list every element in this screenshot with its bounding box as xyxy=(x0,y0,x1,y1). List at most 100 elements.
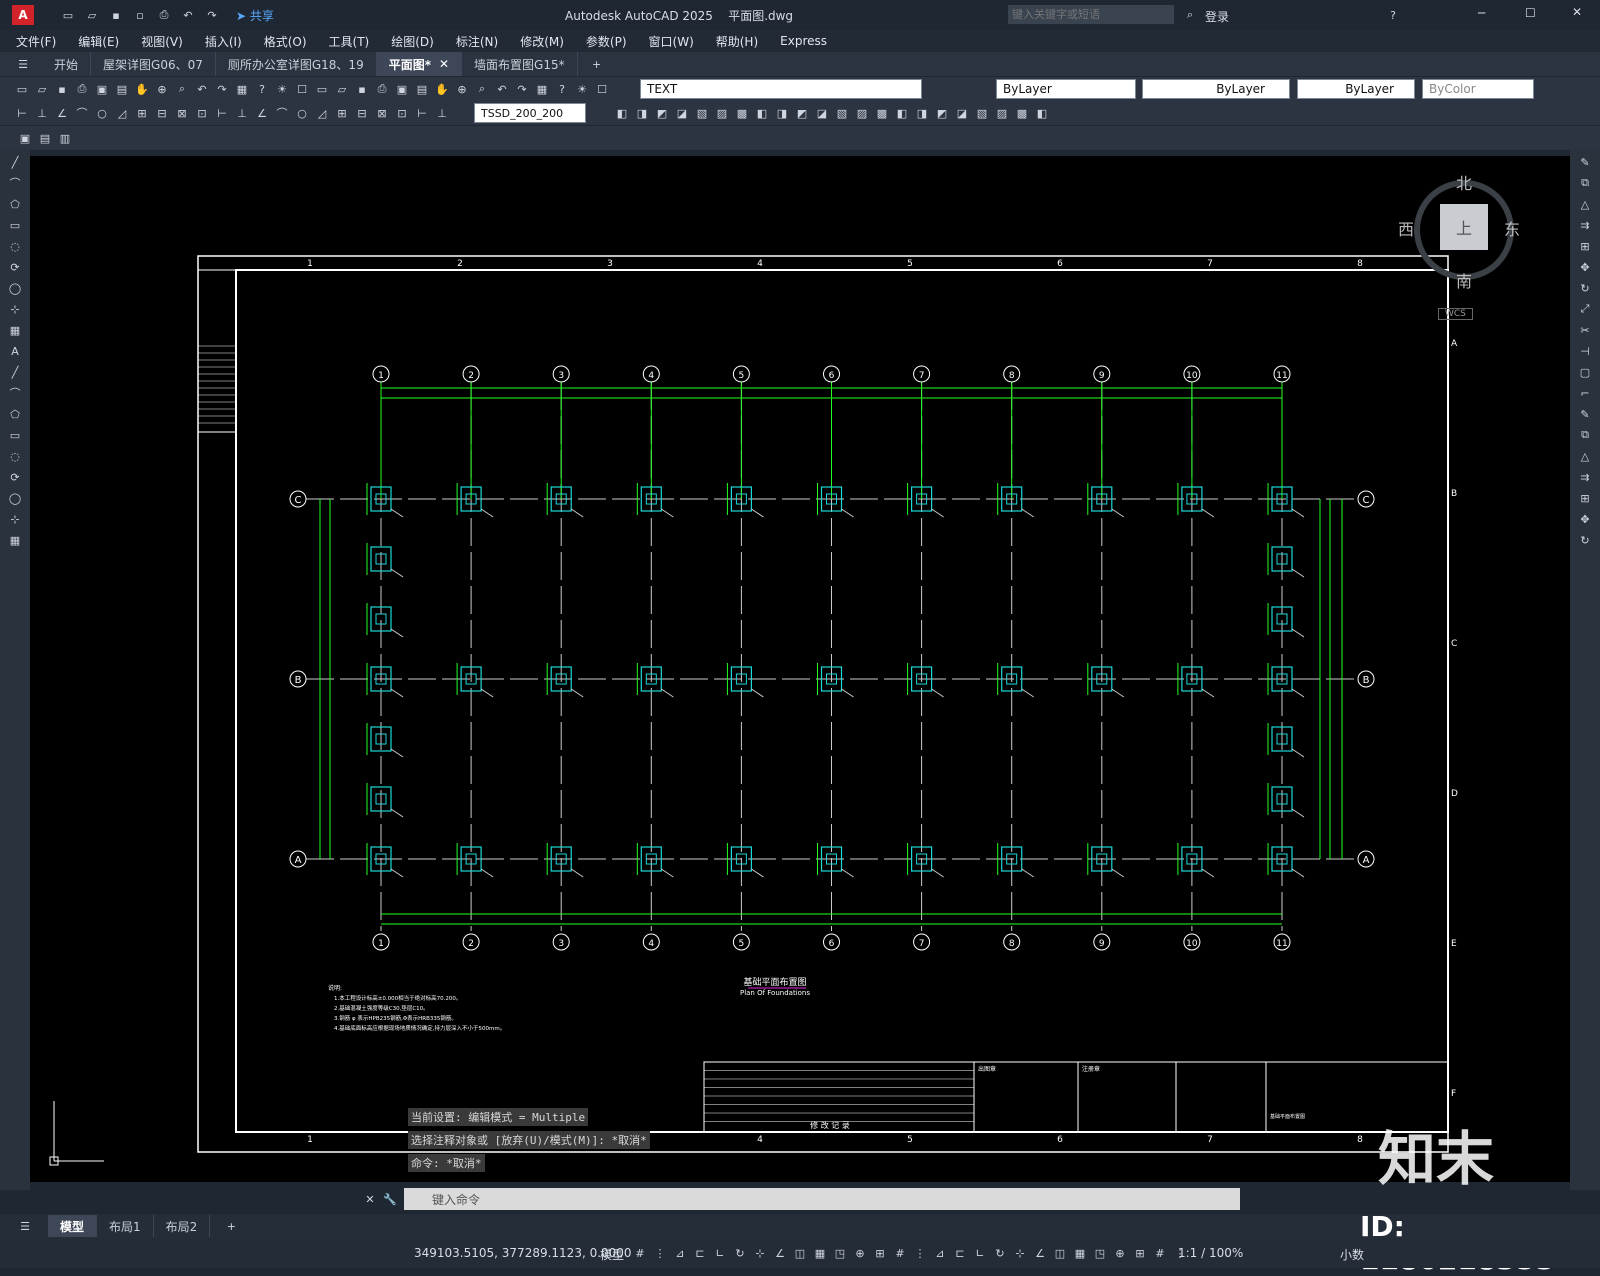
toolbar-tool-icon[interactable]: ✋ xyxy=(133,80,151,98)
draw-tool-icon[interactable]: ⟳ xyxy=(6,468,24,486)
modify-tool-icon[interactable]: ◧ xyxy=(613,104,631,122)
document-tab[interactable]: 厕所办公室详图G18、19 xyxy=(216,52,377,76)
modify-tool-icon[interactable]: ◧ xyxy=(1033,104,1051,122)
draw-tool-icon[interactable]: ⬠ xyxy=(6,195,24,213)
layout-tab[interactable]: 布局2 xyxy=(154,1215,211,1237)
toolbar-tool-icon[interactable]: ☀ xyxy=(273,80,291,98)
toolbar-tool-icon[interactable]: ✋ xyxy=(433,80,451,98)
modify-tool-icon[interactable]: ▧ xyxy=(833,104,851,122)
coordinates-readout[interactable]: 349103.5105, 377289.1123, 0.0000 xyxy=(414,1246,632,1260)
modify-tool-icon[interactable]: ↻ xyxy=(1576,531,1594,549)
new-icon[interactable]: ▭ xyxy=(59,6,77,24)
hamburger-icon[interactable]: ☰ xyxy=(14,55,32,73)
menu-item[interactable]: 修改(M) xyxy=(520,33,564,50)
modify-tool-icon[interactable]: ◨ xyxy=(913,104,931,122)
status-toggle-icon[interactable]: ⊞ xyxy=(871,1244,889,1262)
login-button[interactable]: 登录 xyxy=(1205,8,1229,25)
toolbar-tool-icon[interactable]: ☐ xyxy=(593,80,611,98)
status-toggle-icon[interactable]: ∠ xyxy=(1031,1244,1049,1262)
modify-tool-icon[interactable]: ✂ xyxy=(1576,321,1594,339)
dimstyle-dropdown[interactable]: TSSD_200_200 xyxy=(474,103,586,123)
dimension-tool-icon[interactable]: ⌒ xyxy=(273,104,291,122)
maximize-button[interactable]: ☐ xyxy=(1525,6,1536,20)
dimension-tool-icon[interactable]: ⊡ xyxy=(393,104,411,122)
toolbar-tool-icon[interactable]: ▪ xyxy=(53,80,71,98)
dimension-tool-icon[interactable]: ⊢ xyxy=(413,104,431,122)
modify-tool-icon[interactable]: ▨ xyxy=(713,104,731,122)
dimension-tool-icon[interactable]: ⊠ xyxy=(373,104,391,122)
modify-tool-icon[interactable]: ◧ xyxy=(893,104,911,122)
modify-tool-icon[interactable]: ◩ xyxy=(793,104,811,122)
menu-item[interactable]: 帮助(H) xyxy=(716,33,758,50)
toolbar-tool-icon[interactable]: ▱ xyxy=(333,80,351,98)
toolbar-tool-icon[interactable]: ▪ xyxy=(353,80,371,98)
close-tab-icon[interactable]: ✕ xyxy=(439,57,449,71)
modify-tool-icon[interactable]: ↻ xyxy=(1576,279,1594,297)
modify-tool-icon[interactable]: ⊞ xyxy=(1576,237,1594,255)
status-toggle-icon[interactable]: ⊏ xyxy=(951,1244,969,1262)
status-toggle-icon[interactable]: # xyxy=(1151,1244,1169,1262)
draw-tool-icon[interactable]: ◯ xyxy=(6,279,24,297)
toolbar-tool-icon[interactable]: ☀ xyxy=(573,80,591,98)
draw-tool-icon[interactable]: ▦ xyxy=(6,321,24,339)
command-input[interactable]: 键入命令 xyxy=(404,1188,1240,1210)
modify-tool-icon[interactable]: ⤢ xyxy=(1576,300,1594,318)
units-display[interactable]: 小数 xyxy=(1340,1246,1364,1263)
menu-item[interactable]: 窗口(W) xyxy=(649,33,694,50)
status-toggle-icon[interactable]: ∟ xyxy=(711,1244,729,1262)
toolbar-tool-icon[interactable]: ↶ xyxy=(493,80,511,98)
modify-tool-icon[interactable]: ▧ xyxy=(973,104,991,122)
modify-tool-icon[interactable]: ▩ xyxy=(733,104,751,122)
dimension-tool-icon[interactable]: ○ xyxy=(93,104,111,122)
dimension-tool-icon[interactable]: ⊥ xyxy=(33,104,51,122)
modify-tool-icon[interactable]: ⧉ xyxy=(1576,426,1594,444)
status-toggle-icon[interactable]: ▦ xyxy=(811,1244,829,1262)
text-style-dropdown[interactable]: TEXT xyxy=(640,79,922,99)
drawing-canvas[interactable]: 1122334455667788ABCDEF CCBBAA11223344556… xyxy=(30,156,1570,1193)
status-toggle-icon[interactable]: # xyxy=(631,1244,649,1262)
saveas-icon[interactable]: ▫ xyxy=(131,6,149,24)
modify-tool-icon[interactable]: ◨ xyxy=(773,104,791,122)
dimension-tool-icon[interactable]: ∠ xyxy=(253,104,271,122)
menu-item[interactable]: 视图(V) xyxy=(141,33,183,50)
draw-tool-icon[interactable]: A xyxy=(6,342,24,360)
status-toggle-icon[interactable]: ⊞ xyxy=(1131,1244,1149,1262)
attribute-icon[interactable]: ▥ xyxy=(56,129,74,147)
modify-tool-icon[interactable]: ▧ xyxy=(693,104,711,122)
toolbar-tool-icon[interactable]: ▱ xyxy=(33,80,51,98)
document-tab[interactable]: 屋架详图G06、07 xyxy=(91,52,216,76)
status-toggle-icon[interactable]: ◫ xyxy=(1051,1244,1069,1262)
toolbar-tool-icon[interactable]: ▭ xyxy=(13,80,31,98)
status-toggle-icon[interactable]: ⋮ xyxy=(911,1244,929,1262)
draw-tool-icon[interactable]: ▭ xyxy=(6,426,24,444)
toolbar-tool-icon[interactable]: ? xyxy=(253,80,271,98)
modify-tool-icon[interactable]: ▨ xyxy=(993,104,1011,122)
draw-tool-icon[interactable]: ╱ xyxy=(6,153,24,171)
dimension-tool-icon[interactable]: ⊟ xyxy=(353,104,371,122)
dimension-tool-icon[interactable]: ⊟ xyxy=(153,104,171,122)
modify-tool-icon[interactable]: ✥ xyxy=(1576,510,1594,528)
close-button[interactable]: ✕ xyxy=(1572,5,1582,19)
modify-tool-icon[interactable]: ◧ xyxy=(753,104,771,122)
menu-item[interactable]: 绘图(D) xyxy=(391,33,434,50)
modify-tool-icon[interactable]: △ xyxy=(1576,195,1594,213)
share-button[interactable]: ➤ 共享 xyxy=(236,7,274,24)
toolbar-tool-icon[interactable]: ⌕ xyxy=(473,80,491,98)
modify-tool-icon[interactable]: ◨ xyxy=(633,104,651,122)
modify-tool-icon[interactable]: ▩ xyxy=(873,104,891,122)
status-toggle-icon[interactable]: ⋮ xyxy=(651,1244,669,1262)
toolbar-tool-icon[interactable]: ▦ xyxy=(233,80,251,98)
dimension-tool-icon[interactable]: ⊢ xyxy=(213,104,231,122)
dimension-tool-icon[interactable]: ∠ xyxy=(53,104,71,122)
dimension-tool-icon[interactable]: ⊢ xyxy=(13,104,31,122)
modify-tool-icon[interactable]: ▢ xyxy=(1576,363,1594,381)
layout-tab[interactable]: 布局1 xyxy=(97,1215,154,1237)
status-toggle-icon[interactable]: ↻ xyxy=(991,1244,1009,1262)
toolbar-tool-icon[interactable]: ▭ xyxy=(313,80,331,98)
toolbar-tool-icon[interactable]: ⎙ xyxy=(73,80,91,98)
dimension-tool-icon[interactable]: ◿ xyxy=(113,104,131,122)
dimension-tool-icon[interactable]: ⊥ xyxy=(233,104,251,122)
modify-tool-icon[interactable]: ◪ xyxy=(813,104,831,122)
modify-tool-icon[interactable]: ⌐ xyxy=(1576,384,1594,402)
menu-item[interactable]: Express xyxy=(780,34,827,48)
